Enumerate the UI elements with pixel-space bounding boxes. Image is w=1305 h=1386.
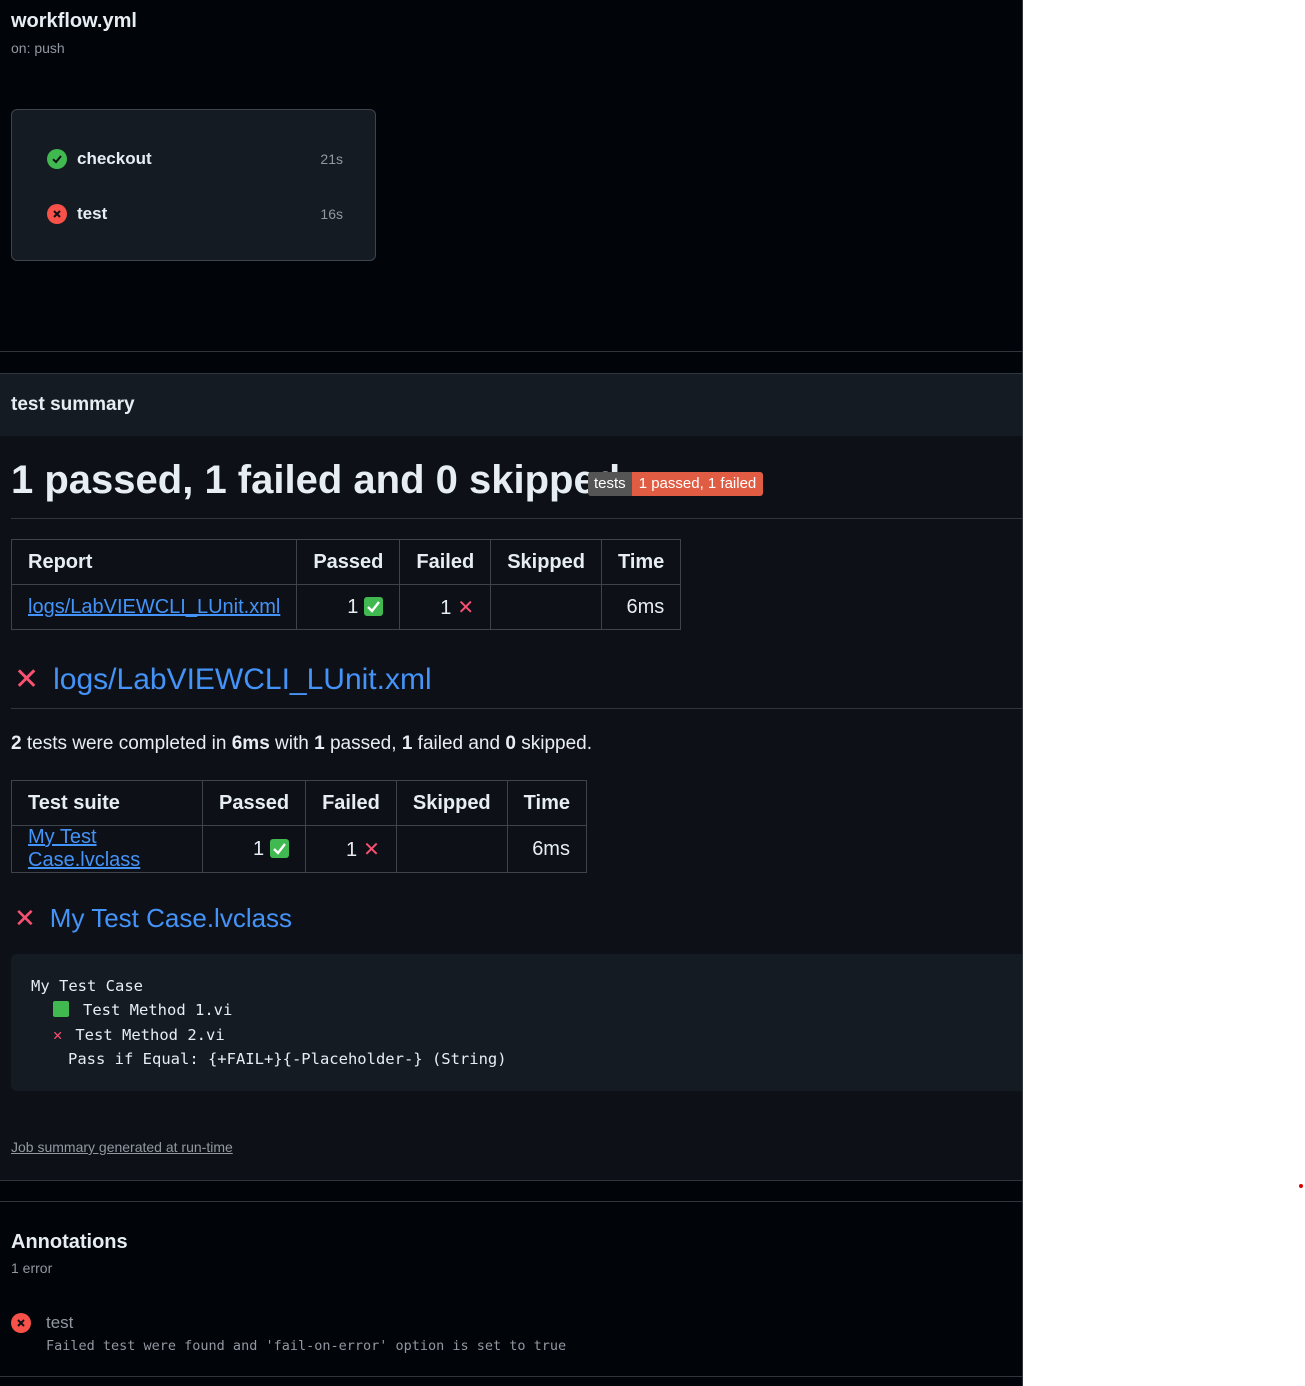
- cross-mark-icon: ✕: [14, 663, 40, 696]
- failed-count: 1: [345, 838, 358, 861]
- table-header-row: Report Passed Failed Skipped Time: [10, 539, 682, 585]
- summary-header: test summary: [0, 373, 1022, 437]
- tests-badge: tests 1 passed, 1 failed: [588, 472, 764, 496]
- workflow-run-panel: workflow.yml on: push checkout 21s test …: [0, 0, 1023, 1386]
- report-link[interactable]: logs/LabVIEWCLI_LUnit.xml: [28, 596, 280, 618]
- passed-cell: 1: [201, 825, 307, 873]
- col-header: Failed: [305, 780, 397, 826]
- suite-table: Test suite Passed Failed Skipped Time My…: [11, 780, 587, 873]
- duration: 6ms: [231, 733, 270, 754]
- report-cell: logs/LabVIEWCLI_LUnit.xml: [10, 584, 298, 630]
- summary-heading: 1 passed, 1 failed and 0 skipped: [11, 458, 621, 502]
- time-cell: 6ms: [600, 584, 682, 630]
- badge-label: tests: [588, 472, 632, 496]
- table-row: My Test Case.lvclass 1 1 ✕ 6ms: [11, 825, 587, 873]
- text-fragment: skipped.: [515, 733, 592, 754]
- text-fragment: passed,: [324, 733, 402, 754]
- badge-value: 1 passed, 1 failed: [631, 472, 764, 496]
- summary-header-title: test summary: [11, 394, 135, 415]
- job-duration: 21s: [320, 151, 343, 167]
- code-title: My Test Case: [31, 977, 143, 995]
- tests-count: 2: [11, 733, 22, 754]
- red-dot: [1299, 1184, 1303, 1188]
- cross-mark-icon: ✕: [53, 1026, 63, 1044]
- table-header-row: Test suite Passed Failed Skipped Time: [11, 780, 587, 826]
- divider: [11, 708, 1022, 709]
- job-name: checkout: [77, 149, 152, 168]
- suite-cell: My Test Case.lvclass: [11, 825, 203, 873]
- passed-count: 1: [314, 733, 325, 754]
- cross-mark-icon: ✕: [363, 838, 380, 861]
- method-name: Test Method 1.vi: [83, 1001, 233, 1019]
- check-box-icon: [270, 838, 290, 858]
- divider: [0, 1180, 1022, 1181]
- annotation-job-name[interactable]: test: [46, 1313, 73, 1333]
- col-header: Report: [10, 539, 298, 585]
- test-results-code-block: My Test Case Test Method 1.vi ✕ Test Meth…: [11, 954, 1022, 1091]
- jobs-graph-box: checkout 21s test 16s: [11, 109, 376, 261]
- annotation-message: Failed test were found and 'fail-on-erro…: [46, 1338, 567, 1354]
- failed-count: 1: [401, 733, 413, 754]
- col-header: Failed: [399, 539, 492, 585]
- divider: [0, 1376, 1022, 1377]
- workflow-title[interactable]: workflow.yml: [11, 10, 137, 33]
- text-fragment: with: [269, 733, 315, 754]
- job-duration: 16s: [320, 206, 343, 222]
- skipped-cell: [395, 825, 508, 873]
- passed-count: 1: [252, 837, 265, 860]
- method-name: Test Method 2.vi: [75, 1026, 225, 1044]
- col-header: Passed: [201, 780, 307, 826]
- skipped-count: 0: [505, 733, 516, 754]
- job-name: test: [77, 204, 108, 223]
- annotations-count: 1 error: [11, 1260, 53, 1276]
- divider: [11, 518, 1022, 519]
- code-method-failed: ✕ Test Method 2.vi: [53, 1026, 225, 1044]
- time-cell: 6ms: [506, 825, 587, 873]
- job-summary-link[interactable]: Job summary generated at run-time: [11, 1139, 233, 1155]
- x-circle-icon: [11, 1313, 31, 1333]
- skipped-cell: [490, 584, 602, 630]
- text-fragment: tests were completed in: [21, 733, 232, 754]
- suite-link[interactable]: My Test Case.lvclass: [28, 826, 140, 871]
- check-circle-icon: [47, 149, 67, 169]
- job-test[interactable]: test 16s: [47, 202, 343, 226]
- divider: [0, 1201, 1022, 1202]
- suite-heading: ✕ My Test Case.lvclass: [14, 903, 292, 934]
- job-checkout[interactable]: checkout 21s: [47, 147, 343, 171]
- report-heading: ✕ logs/LabVIEWCLI_LUnit.xml: [14, 662, 432, 697]
- col-header: Time: [506, 780, 587, 826]
- col-header: Time: [600, 539, 682, 585]
- passed-cell: 1: [296, 584, 401, 630]
- check-box-icon: [53, 1001, 69, 1017]
- annotations-title: Annotations: [11, 1231, 128, 1253]
- code-detail: Pass if Equal: {+FAIL+}{-Placeholder-} (…: [68, 1050, 507, 1068]
- x-circle-icon: [47, 204, 67, 224]
- report-heading-link[interactable]: logs/LabVIEWCLI_LUnit.xml: [53, 663, 432, 697]
- code-method-passed: Test Method 1.vi: [53, 1001, 232, 1019]
- table-row: logs/LabVIEWCLI_LUnit.xml 1 1 ✕ 6ms: [10, 584, 682, 630]
- text-fragment: failed and: [412, 733, 506, 754]
- col-header: Test suite: [11, 780, 203, 826]
- failed-count: 1: [440, 596, 452, 619]
- cross-mark-icon: ✕: [457, 596, 475, 619]
- report-table: Report Passed Failed Skipped Time logs/L…: [10, 539, 682, 630]
- failed-cell: 1 ✕: [305, 825, 397, 873]
- divider: [0, 351, 1022, 352]
- col-header: Passed: [296, 539, 401, 585]
- completion-text: 2 tests were completed in 6ms with 1 pas…: [11, 733, 592, 755]
- workflow-trigger: on: push: [11, 40, 65, 56]
- check-box-icon: [364, 596, 384, 616]
- passed-count: 1: [347, 595, 359, 618]
- col-header: Skipped: [395, 780, 508, 826]
- col-header: Skipped: [490, 539, 602, 585]
- cross-mark-icon: ✕: [14, 903, 36, 933]
- suite-heading-link[interactable]: My Test Case.lvclass: [50, 903, 292, 934]
- failed-cell: 1 ✕: [399, 584, 492, 630]
